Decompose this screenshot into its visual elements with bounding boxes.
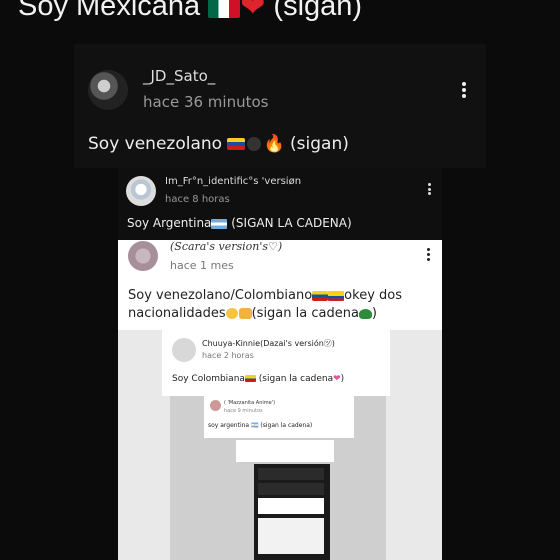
- post-text: Soy Colombiana (sigan la cadena❤): [172, 374, 344, 384]
- argentina-flag-icon: [211, 218, 228, 229]
- post-text-end: ): [340, 374, 345, 384]
- post-username[interactable]: _JD_Sato_: [143, 67, 215, 85]
- raised-fist-icon: [247, 137, 262, 151]
- post-text-part: Soy venezolano/Colombiano: [128, 288, 313, 303]
- post-text-part: okey dos: [344, 288, 402, 303]
- fire-icon: 🔥: [263, 134, 285, 154]
- more-vertical-icon[interactable]: [426, 248, 430, 261]
- post-text-part: nacionalidades: [128, 306, 226, 321]
- post-card-1: _JD_Sato_ hace 36 minutos Soy venezolano…: [74, 44, 486, 168]
- nested-card-thumb: [258, 468, 324, 480]
- avatar[interactable]: [128, 241, 158, 271]
- heart-icon: ❤: [240, 0, 266, 24]
- venezuela-flag-icon: [227, 138, 246, 150]
- post-text-start: Soy Argentina: [127, 216, 212, 230]
- post-text-part: ): [371, 306, 377, 321]
- title-text: Soy Mexicana: [18, 0, 201, 22]
- post-text-part: (sigan la cadena: [251, 306, 359, 321]
- post-username[interactable]: (Scara's version's♡): [170, 240, 282, 253]
- post-text: Soy Argentina (SIGAN LA CADENA): [127, 216, 352, 230]
- post-text-line-2: nacionalidades (sigan la cadena): [128, 306, 377, 321]
- nested-card-thumb: [236, 440, 334, 462]
- post-card-4: Chuuya-Kinnie(Dazai's versión㋡) hace 2 h…: [162, 330, 390, 396]
- page-title: Soy Mexicana ❤ (sigan): [18, 0, 362, 23]
- title-suffix: (sigan): [273, 0, 363, 22]
- nested-screenshot-inner: ( 'Mazzanita Anime') hace 9 minutos soy …: [170, 396, 386, 560]
- heart-icon: ❤: [333, 374, 341, 384]
- post-username[interactable]: Im_Fr°n_identific°s 'versiøn: [165, 176, 301, 187]
- nested-card-thumb: [258, 498, 324, 514]
- post-text-end: (SIGAN LA CADENA): [231, 216, 352, 230]
- nested-card-thumb: [258, 518, 324, 554]
- post-text-start: Soy Colombiana: [172, 374, 245, 384]
- avatar[interactable]: [172, 338, 196, 362]
- more-vertical-icon[interactable]: [461, 82, 467, 98]
- post-username[interactable]: ( 'Mazzanita Anime'): [224, 400, 275, 406]
- mexico-flag-icon: [208, 0, 241, 19]
- post-time: hace 9 minutos: [224, 408, 263, 414]
- post-time: hace 1 mes: [170, 259, 234, 272]
- post-text-end: (sigan): [290, 134, 349, 154]
- post-text-start: Soy venezolano: [88, 134, 223, 154]
- turtle-icon: [358, 308, 372, 319]
- nested-card-thumb: [258, 483, 324, 495]
- avatar[interactable]: [210, 400, 221, 411]
- post-card-2: Im_Fr°n_identific°s 'versiøn hace 8 hora…: [118, 168, 442, 240]
- post-text-mid: (sigan la cadena: [258, 374, 334, 384]
- colombia-flag-icon: [328, 290, 345, 301]
- post-text-line-1: Soy venezolano/Colombiano okey dos: [128, 288, 402, 303]
- post-time: hace 36 minutos: [143, 93, 269, 111]
- post-card-5: ( 'Mazzanita Anime') hace 9 minutos soy …: [204, 396, 354, 438]
- post-username[interactable]: Chuuya-Kinnie(Dazai's versión㋡): [202, 338, 335, 349]
- post-text: Soy venezolano 🔥 (sigan): [88, 134, 349, 154]
- more-vertical-icon[interactable]: [427, 183, 431, 195]
- avatar[interactable]: [88, 70, 128, 110]
- clap-icon: [238, 308, 252, 319]
- colombia-flag-icon: [244, 375, 256, 382]
- post-time: hace 2 horas: [202, 351, 254, 360]
- cat-face-icon: [225, 308, 238, 319]
- post-time: hace 8 horas: [165, 194, 230, 205]
- nested-screenshot: Chuuya-Kinnie(Dazai's versión㋡) hace 2 h…: [118, 330, 442, 560]
- venezuela-flag-icon: [312, 290, 329, 301]
- avatar[interactable]: [126, 176, 156, 206]
- post-text: soy argentina 🇦🇷 (sigan la cadena): [208, 422, 313, 429]
- post-card-3: (Scara's version's♡) hace 1 mes Soy vene…: [118, 240, 442, 560]
